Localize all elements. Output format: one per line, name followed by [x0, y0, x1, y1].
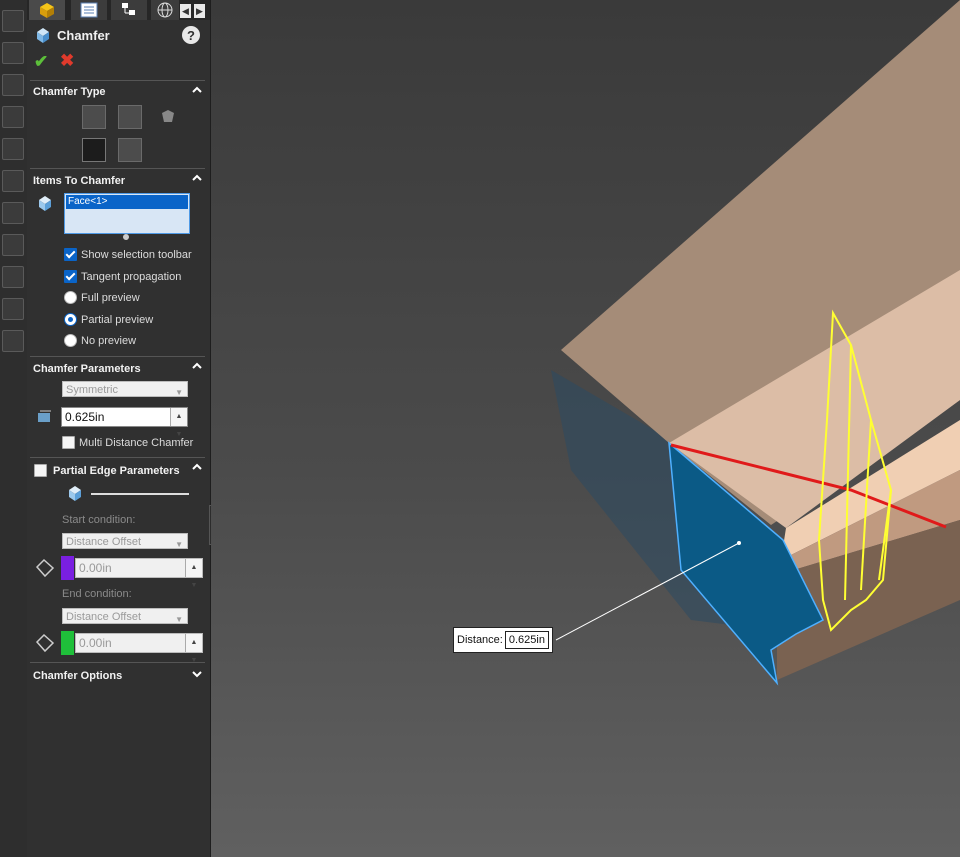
distance-icon [38, 410, 51, 422]
end-condition-dropdown[interactable]: Distance Offset ▼ [62, 608, 188, 624]
manager-tab-bar: ◀ ▶ [27, 0, 210, 20]
full-preview-radio[interactable]: Full preview [64, 291, 140, 304]
callout-label: Distance: [457, 634, 503, 646]
partial-edge-checkbox[interactable] [34, 464, 47, 477]
distance-input[interactable]: 0.625in ▲ ▼ [61, 407, 188, 438]
list-item[interactable]: Face<1> [66, 195, 188, 209]
feature-manager-tab[interactable] [29, 0, 65, 20]
no-preview-radio[interactable]: No preview [64, 334, 136, 347]
start-offset-icon [35, 558, 55, 578]
offset-face-button[interactable] [82, 138, 106, 162]
panel-title: Chamfer [35, 27, 110, 44]
view-icon[interactable] [2, 106, 24, 128]
globe-icon [157, 2, 173, 18]
chamfer-type-title[interactable]: Chamfer Type [33, 86, 106, 98]
select-icon[interactable] [2, 202, 24, 224]
tab-scroll-right-button[interactable]: ▶ [194, 4, 205, 18]
view-icon[interactable] [2, 138, 24, 160]
face-face-button[interactable] [118, 138, 142, 162]
part-model [551, 0, 960, 686]
help-button[interactable]: ? [182, 26, 200, 44]
display-icon[interactable] [2, 266, 24, 288]
list-icon [80, 2, 98, 18]
end-offset-input[interactable]: 0.00in ▲ ▼ [75, 633, 203, 664]
resize-handle[interactable] [123, 234, 129, 240]
vertex-chamfer-icon[interactable] [160, 109, 176, 125]
ok-button[interactable]: ✔ [34, 52, 48, 72]
cancel-button[interactable]: ✖ [60, 51, 74, 71]
chamfer-feature-icon [37, 28, 49, 43]
chamfer-type-section: Chamfer Type [30, 80, 205, 169]
start-offset-input[interactable]: 0.00in ▲ ▼ [75, 558, 203, 589]
edge-selection-field[interactable] [91, 493, 189, 495]
distance-callout[interactable]: Distance: 0.625in [453, 627, 553, 653]
view-icon[interactable] [2, 170, 24, 192]
chevron-up-icon[interactable] [192, 462, 202, 472]
chevron-up-icon[interactable] [192, 361, 202, 371]
configuration-manager-tab[interactable] [111, 0, 147, 20]
property-manager-panel: ◀ ▶ Chamfer ? ✔ ✖ Chamfer Type Items To … [27, 0, 211, 857]
angle-distance-button[interactable] [82, 105, 106, 129]
start-condition-label: Start condition: [62, 514, 136, 526]
tree-icon [122, 3, 135, 15]
sketch-icon[interactable] [2, 234, 24, 256]
view-icon[interactable] [2, 74, 24, 96]
chevron-up-icon[interactable] [192, 85, 202, 95]
view-icon[interactable] [2, 42, 24, 64]
items-title[interactable]: Items To Chamfer [33, 175, 125, 187]
display-manager-tab[interactable] [151, 0, 179, 20]
chevron-down-icon[interactable] [192, 669, 202, 679]
start-color-swatch [61, 556, 74, 580]
start-condition-dropdown[interactable]: Distance Offset ▼ [62, 533, 188, 549]
copy-icon[interactable] [2, 330, 24, 352]
parameters-title[interactable]: Chamfer Parameters [33, 363, 141, 375]
tab-scroll-left-button[interactable]: ◀ [180, 4, 191, 18]
property-manager-tab[interactable] [71, 0, 107, 20]
multi-distance-checkbox[interactable]: Multi Distance Chamfer [62, 436, 193, 449]
callout-value[interactable]: 0.625in [504, 631, 549, 649]
distance-distance-button[interactable] [118, 105, 142, 129]
chevron-up-icon[interactable] [192, 173, 202, 183]
options-title[interactable]: Chamfer Options [33, 670, 122, 682]
symmetric-dropdown[interactable]: Symmetric ▼ [62, 381, 188, 397]
end-offset-icon [35, 633, 55, 653]
section-icon[interactable] [2, 298, 24, 320]
edge-selection-icon [69, 486, 81, 501]
part-icon [40, 3, 54, 18]
panel-title-text: Chamfer [57, 28, 110, 43]
graphics-area[interactable]: Distance: 0.625in [211, 0, 960, 857]
view-icon[interactable] [2, 10, 24, 32]
end-condition-label: End condition: [62, 588, 132, 600]
tangent-propagation-checkbox[interactable]: Tangent propagation [64, 270, 181, 283]
show-selection-toolbar-checkbox[interactable]: Show selection toolbar [64, 248, 192, 261]
items-selection-list[interactable]: Face<1> [64, 193, 190, 234]
partial-preview-radio[interactable]: Partial preview [64, 313, 153, 326]
chamfer-options-section: Chamfer Options [30, 662, 205, 687]
partial-edge-title[interactable]: Partial Edge Parameters [53, 465, 180, 477]
end-color-swatch [61, 631, 74, 655]
left-tool-strip [0, 0, 27, 857]
face-selection-icon [39, 196, 51, 211]
